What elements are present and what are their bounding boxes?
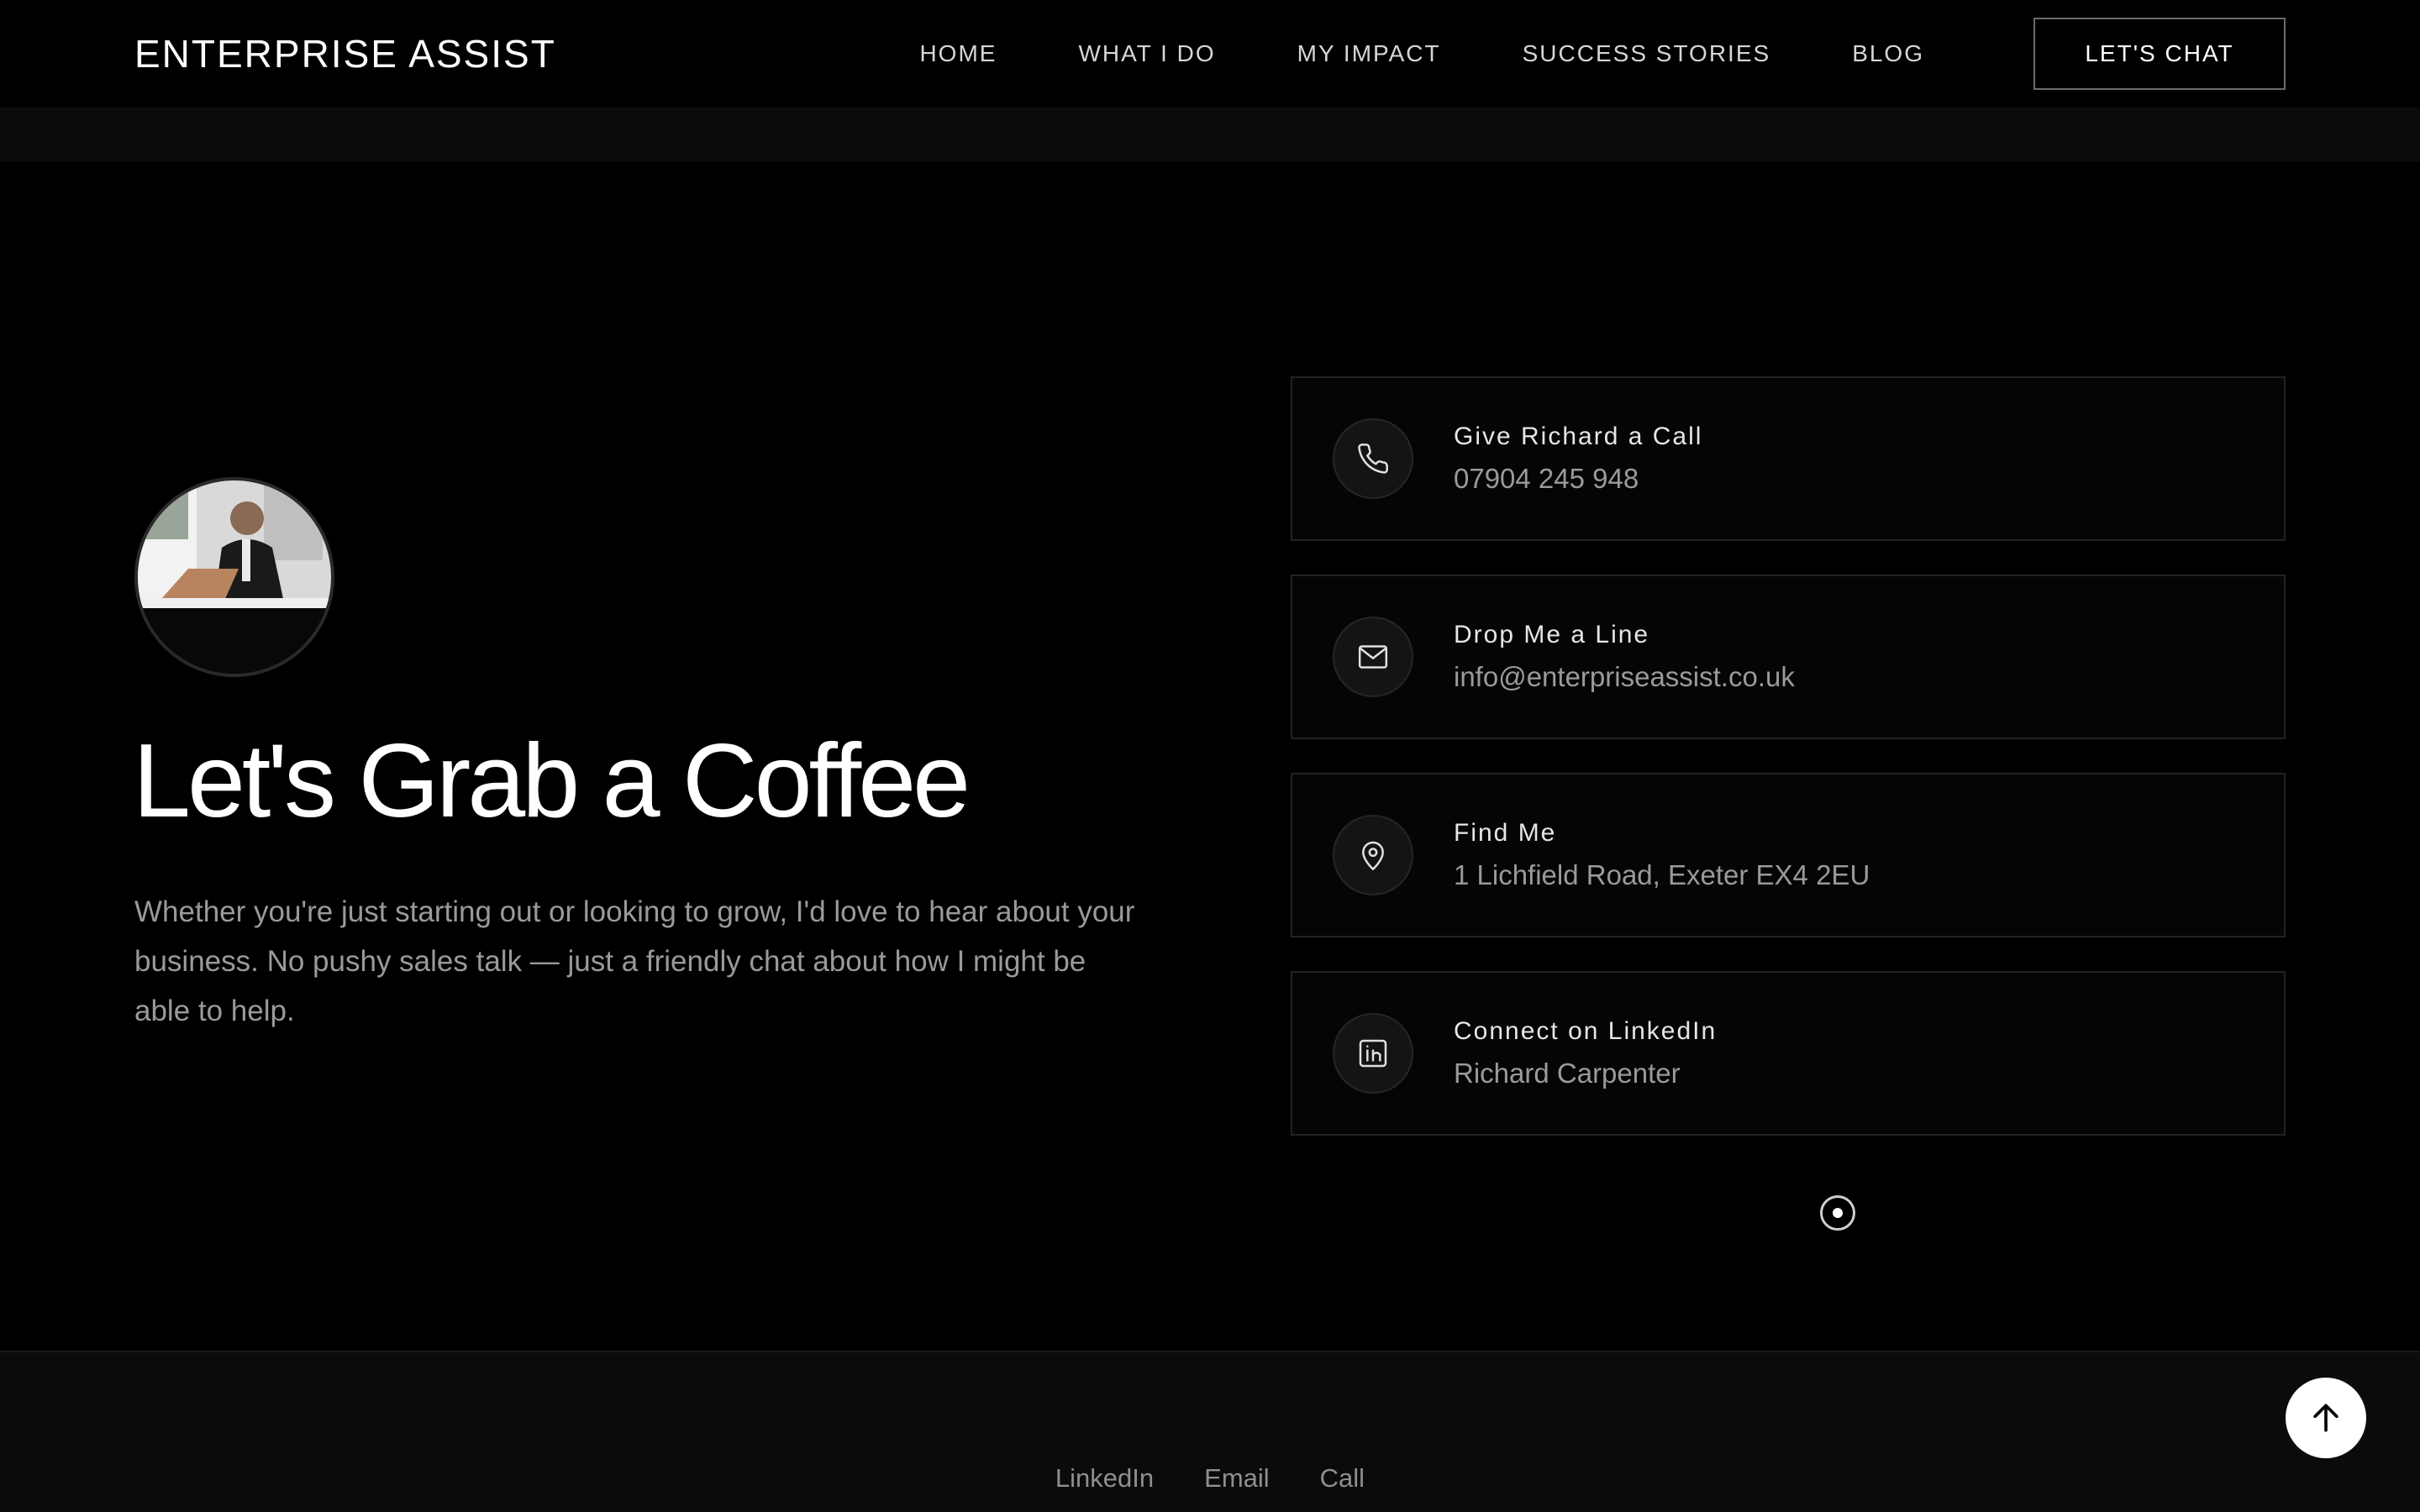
location-card[interactable]: Find Me 1 Lichfield Road, Exeter EX4 2EU [1291,773,2286,937]
header-divider-band [0,108,2420,161]
email-card[interactable]: Drop Me a Line info@enterpriseassist.co.… [1291,575,2286,739]
nav-what-i-do[interactable]: WHAT I DO [1078,40,1215,67]
linkedin-name[interactable]: Richard Carpenter [1454,1058,1717,1089]
main-nav: HOME WHAT I DO MY IMPACT SUCCESS STORIES… [919,40,1924,67]
email-address[interactable]: info@enterpriseassist.co.uk [1454,661,1795,693]
mail-icon [1333,617,1413,697]
location-pin-icon [1333,815,1413,895]
card-title: Find Me [1454,819,1557,847]
carousel-indicator[interactable] [1820,1195,1855,1231]
portrait-photo [138,480,331,674]
site-header: ENTERPRISE ASSIST HOME WHAT I DO MY IMPA… [0,0,2420,108]
card-title: Connect on LinkedIn [1454,1017,1718,1045]
footer-link-email[interactable]: Email [1204,1463,1270,1494]
linkedin-icon [1333,1013,1413,1094]
phone-number[interactable]: 07904 245 948 [1454,463,1702,495]
nav-success-stories[interactable]: SUCCESS STORIES [1523,40,1771,67]
page-title: Let's Grab a Coffee [133,723,971,839]
nav-blog[interactable]: BLOG [1852,40,1924,67]
phone-icon [1333,418,1413,499]
card-title: Give Richard a Call [1454,423,1703,450]
linkedin-card[interactable]: Connect on LinkedIn Richard Carpenter [1291,971,2286,1136]
address[interactable]: 1 Lichfield Road, Exeter EX4 2EU [1454,859,1870,891]
footer-links: LinkedIn Email Call [0,1463,2420,1494]
footer-link-call[interactable]: Call [1320,1463,1365,1494]
brand-logo[interactable]: ENTERPRISE ASSIST [134,31,556,76]
site-footer: LinkedIn Email Call [0,1351,2420,1512]
intro-text: Whether you're just starting out or look… [134,895,1135,1027]
scroll-to-top-button[interactable] [2286,1378,2366,1458]
avatar [134,477,334,677]
footer-link-linkedin[interactable]: LinkedIn [1055,1463,1154,1494]
arrow-up-icon [2313,1404,2338,1432]
nav-my-impact[interactable]: MY IMPACT [1297,40,1441,67]
indicator-dot [1833,1208,1843,1218]
contact-cards: Give Richard a Call 07904 245 948 Drop M… [1291,376,2286,1169]
nav-home[interactable]: HOME [919,40,997,67]
call-card[interactable]: Give Richard a Call 07904 245 948 [1291,376,2286,541]
card-title: Drop Me a Line [1454,621,1650,648]
lets-chat-button[interactable]: LET'S CHAT [2033,18,2286,90]
